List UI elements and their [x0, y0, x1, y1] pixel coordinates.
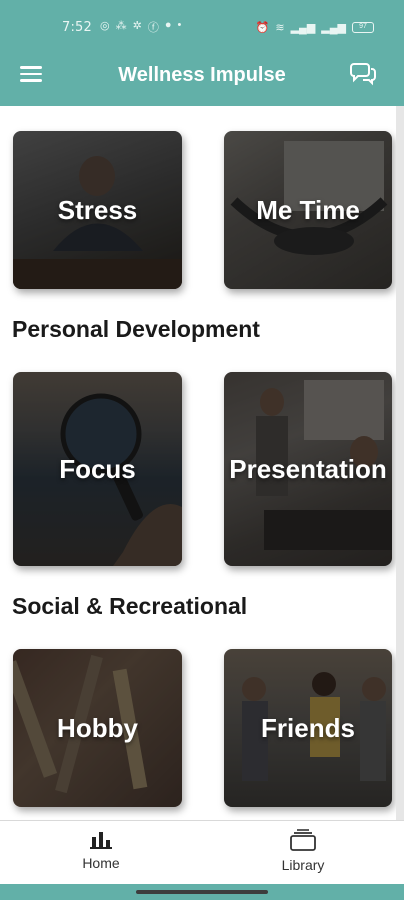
- notification-icon: ◎: [100, 20, 110, 32]
- main-content: Stress Me Time Personal Development Focu…: [0, 106, 396, 820]
- tile-stress-label: Stress: [57, 195, 138, 225]
- nav-library[interactable]: Library: [253, 829, 353, 879]
- tile-stress[interactable]: Stress: [13, 131, 182, 289]
- network-icon: ⁂: [115, 20, 127, 32]
- system-icons: ⏰ ≋ ▂▄▆ ▂▄▆ 97: [256, 21, 374, 34]
- section-title-social-recreational: Social & Recreational: [12, 593, 248, 619]
- tile-friends-label: Friends: [261, 713, 355, 743]
- section-title-personal-development: Personal Development: [12, 316, 260, 342]
- tile-friends[interactable]: Friends: [224, 649, 392, 807]
- chat-bubbles-icon[interactable]: [350, 60, 378, 86]
- signal-icon: ▂▄▆: [290, 21, 316, 34]
- tile-presentation-label: Presentation: [229, 454, 387, 484]
- app-icon: ●: [164, 19, 172, 31]
- system-navigation-bar: [0, 884, 404, 900]
- tile-hobby[interactable]: Hobby: [13, 649, 182, 807]
- bar-chart-icon: [90, 832, 112, 849]
- gear-icon: ✲: [132, 20, 142, 32]
- status-time: 7:52: [62, 19, 92, 35]
- nav-home-label: Home: [82, 855, 120, 871]
- tile-me-time[interactable]: Me Time: [224, 131, 392, 289]
- app-bar: Wellness Impulse: [0, 48, 404, 102]
- tile-me-time-label: Me Time: [256, 195, 360, 225]
- more-dot-icon: •: [177, 19, 182, 31]
- tile-presentation[interactable]: Presentation: [224, 372, 392, 566]
- tile-hobby-label: Hobby: [57, 713, 138, 743]
- app-header: 7:52 ◎ ⁂ ✲ ⓕ ● • ⏰ ≋ ▂▄▆ ▂▄▆ 97 Wellness…: [0, 0, 404, 106]
- tile-focus[interactable]: Focus: [13, 372, 182, 566]
- notification-icons: ◎ ⁂ ✲ ⓕ ● •: [100, 19, 181, 35]
- app-title: Wellness Impulse: [118, 63, 286, 86]
- hamburger-menu-icon[interactable]: [20, 66, 42, 84]
- nav-home[interactable]: Home: [51, 829, 151, 879]
- alarm-icon: ⏰: [255, 21, 270, 34]
- bottom-navigation: Home Library: [0, 820, 404, 884]
- signal-icon-2: ▂▄▆: [321, 21, 346, 34]
- battery-icon: 97: [352, 21, 374, 33]
- library-icon: [290, 829, 316, 851]
- nav-library-label: Library: [281, 857, 325, 873]
- tile-focus-label: Focus: [59, 454, 136, 484]
- facebook-icon: ⓕ: [147, 22, 159, 34]
- wifi-icon: ≋: [275, 21, 285, 34]
- gesture-handle[interactable]: [136, 890, 268, 894]
- scroll-track: [396, 106, 404, 820]
- status-bar: 7:52 ◎ ⁂ ✲ ⓕ ● • ⏰ ≋ ▂▄▆ ▂▄▆ 97: [0, 14, 404, 40]
